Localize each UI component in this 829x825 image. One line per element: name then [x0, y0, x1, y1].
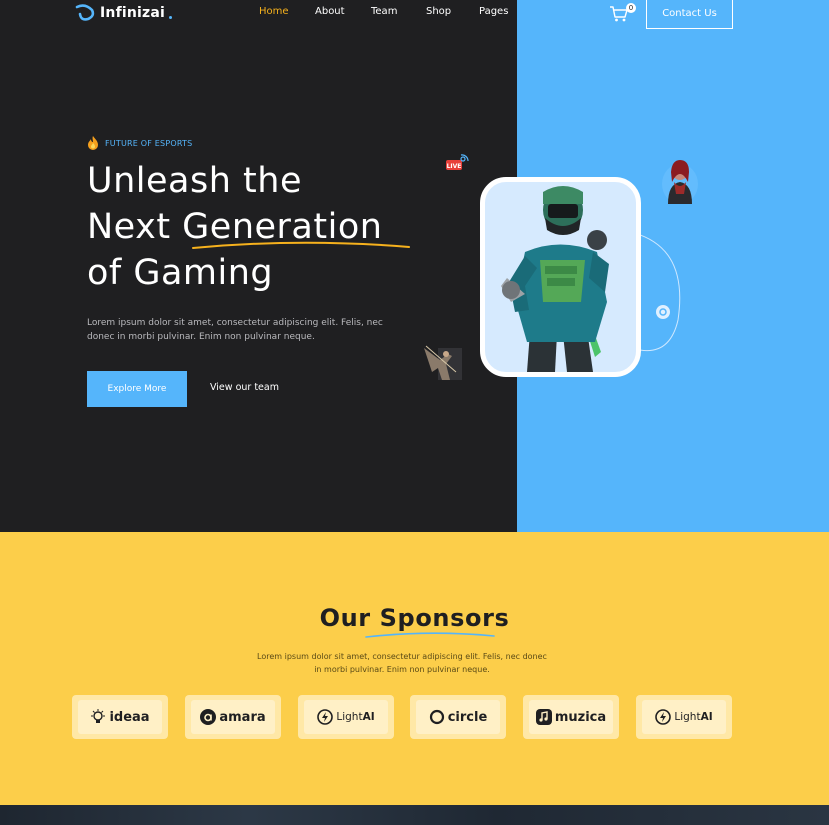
logo-swirl-icon: [75, 4, 95, 21]
sponsor-lightai-2[interactable]: LightAI: [636, 695, 732, 739]
sponsor-inner: ideaa: [78, 700, 162, 734]
nav-about[interactable]: About: [315, 6, 345, 17]
headline-line-1: Unleash the: [87, 161, 302, 201]
explore-more-button[interactable]: Explore More: [87, 371, 187, 407]
sponsor-label: muzica: [554, 709, 607, 725]
cart-count-badge: 0: [626, 3, 636, 13]
headline-line-3: of Gaming: [87, 253, 274, 293]
sponsor-inner: muzica: [529, 700, 613, 734]
sponsors-description: Lorem ipsum dolor sit amet, consectetur …: [257, 652, 547, 674]
live-stream-icon: LIVE: [446, 154, 469, 170]
nav-team[interactable]: Team: [371, 6, 397, 17]
hero-character-card: [480, 177, 641, 377]
brand-logo[interactable]: Infinizai: [74, 3, 173, 23]
hero-eyebrow: FUTURE OF ESPORTS: [87, 136, 192, 150]
sponsors-title: Our Sponsors: [319, 604, 510, 632]
view-team-link[interactable]: View our team: [210, 382, 279, 393]
sponsor-logo-row: ideaa amara LightAI circle muzica LightA…: [0, 695, 829, 741]
contact-us-button[interactable]: Contact Us: [646, 0, 733, 29]
sponsor-circle[interactable]: circle: [410, 695, 506, 739]
avatar-character-icon: [662, 160, 698, 204]
archer-figure-icon: [424, 345, 462, 380]
sponsor-label: LightAI: [336, 711, 375, 723]
a-circle-icon: [200, 709, 217, 725]
headline-underline: [192, 241, 410, 249]
bulb-icon: [91, 709, 106, 723]
brand-name: Infinizai: [100, 5, 166, 21]
nav-shop[interactable]: Shop: [426, 6, 451, 17]
sponsors-section: Our Sponsors Lorem ipsum dolor sit amet,…: [0, 532, 829, 805]
sponsor-amara[interactable]: amara: [185, 695, 281, 739]
nav-home[interactable]: Home: [259, 6, 289, 17]
sponsor-label: circle: [447, 709, 488, 725]
flame-icon: [88, 136, 98, 150]
sponsor-inner: circle: [416, 700, 500, 734]
sponsor-ideaa[interactable]: ideaa: [72, 695, 168, 739]
music-icon: [535, 709, 552, 725]
brand-dot: [169, 15, 173, 19]
hero-description: Lorem ipsum dolor sit amet, consectetur …: [87, 318, 383, 342]
eyebrow-label: FUTURE OF ESPORTS: [105, 138, 193, 148]
sponsors-title-underline: [365, 632, 495, 638]
sponsor-label: LightAI: [674, 711, 713, 723]
sponsor-muzica[interactable]: muzica: [523, 695, 619, 739]
sponsor-label: amara: [219, 709, 266, 725]
nav-pages[interactable]: Pages: [479, 6, 508, 17]
bolt-icon: [655, 709, 672, 725]
soldier-character-illustration: [501, 186, 609, 372]
sponsor-inner: LightAI: [642, 700, 726, 734]
circle-icon: [429, 709, 444, 725]
sponsor-label: ideaa: [109, 709, 150, 725]
next-section-preview: [0, 805, 829, 825]
live-badge-text: LIVE: [447, 163, 462, 170]
sponsor-lightai-1[interactable]: LightAI: [298, 695, 394, 739]
sponsor-inner: amara: [191, 700, 275, 734]
hero-headline: Unleash the Next Generation of Gaming: [87, 158, 382, 296]
bolt-icon: [317, 709, 334, 725]
sponsor-inner: LightAI: [304, 700, 388, 734]
